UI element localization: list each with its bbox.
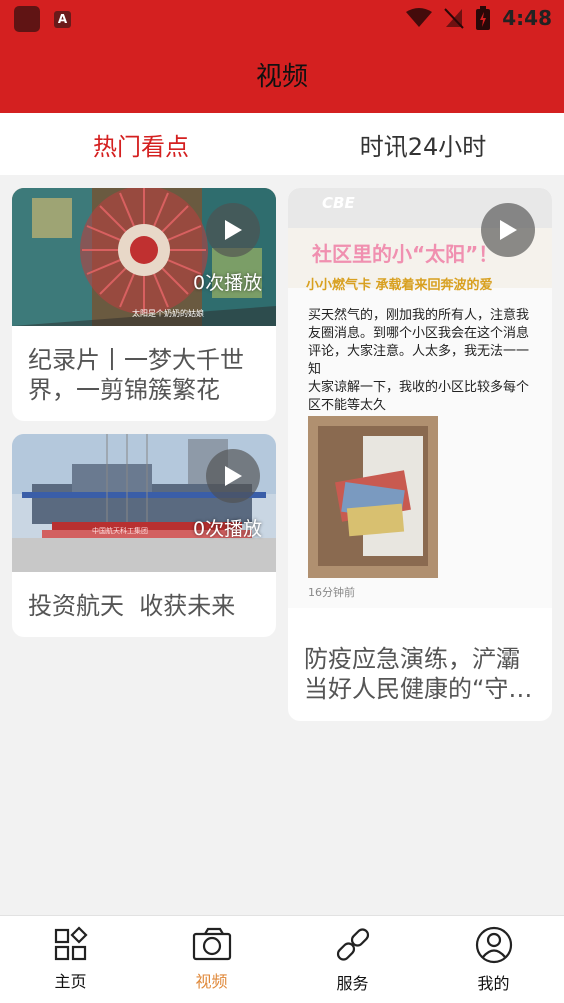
home-grid-icon [54,926,88,961]
thumbnail-caption: 太阳是个奶奶的姑娘 [132,308,204,318]
nav-label: 视频 [195,972,228,991]
poster-text-line: 区不能等太久 [308,398,387,413]
tab-bar: 热门看点 时讯24小时 [0,113,564,175]
play-icon [225,220,242,240]
nav-label: 主页 [54,972,87,991]
nav-home[interactable]: 主页 [0,916,141,1003]
nav-label: 服务 [336,974,369,993]
play-button[interactable] [206,449,260,503]
video-title: 纪录片丨一梦大千世界，一剪锦簇繁花 [28,346,244,404]
nav-profile[interactable]: 我的 [423,916,564,1003]
thumbnail-sign-text: 中国航天科工集团 [92,526,148,535]
poster-text-line: 友圈消息。到哪个小区我会在这个消息 [308,326,530,341]
poster-photo [308,416,438,578]
bottom-navigation: 主页 视频 服务 我的 [0,915,564,1003]
video-card[interactable]: 太阳是个奶奶的姑娘 0次播放 纪录片丨一梦大千世界，一剪锦簇繁花 [12,188,276,421]
status-bar: A 4:48 [0,0,564,40]
video-card[interactable]: 中国航天科工集团 0次播放 投资航天 收获未来 [12,434,276,637]
play-icon [500,220,517,240]
tab-news-24h[interactable]: 时讯24小时 [282,113,564,175]
user-icon [475,926,512,964]
video-thumbnail[interactable]: 太阳是个奶奶的姑娘 0次播放 [12,188,276,326]
link-icon [336,928,369,961]
poster-text-line: 大家谅解一下，我收的小区比较多每个 [308,380,530,395]
clock: 4:48 [502,6,552,30]
video-card[interactable]: CBE 社区里的小“太阳”！ 小小燃气卡 承载着来回奔波的爱 买天然气的，刚加我… [288,188,552,721]
app-bar: A 4:48 视频 [0,0,564,113]
wifi-icon [406,8,433,27]
play-icon [225,466,242,486]
play-button[interactable] [206,203,260,257]
video-title: 投资航天 收获未来 [28,592,236,620]
camera-icon [192,927,231,961]
page-title: 视频 [255,62,308,92]
poster-subtitle: 小小燃气卡 承载着来回奔波的爱 [306,278,493,293]
play-button[interactable] [481,203,535,257]
nav-video[interactable]: 视频 [141,916,282,1003]
video-thumbnail[interactable]: 中国航天科工集团 0次播放 [12,434,276,572]
nav-label: 我的 [477,974,510,993]
poster-headline: 社区里的小“太阳”！ [312,242,499,266]
video-title: 防疫应急演练，浐灞当好人民健康的“守… [304,645,533,703]
video-thumbnail[interactable]: CBE 社区里的小“太阳”！ 小小燃气卡 承载着来回奔波的爱 买天然气的，刚加我… [288,188,552,608]
nav-service[interactable]: 服务 [282,916,423,1003]
notification-icon [14,6,40,32]
poster-text-line: 知 [308,362,322,377]
play-count: 0次播放 [193,518,263,540]
poster-text-line: 买天然气的，刚加我的所有人，注意我 [308,308,530,323]
cbe-logo: CBE [322,194,355,212]
tab-hot[interactable]: 热门看点 [0,113,282,175]
poster-timestamp: 16分钟前 [308,586,355,599]
play-count: 0次播放 [193,272,263,294]
poster-text-line: 评论，大家注意。人太多，我无法一一 [308,344,530,359]
app-badge-icon: A [54,10,71,28]
battery-icon [476,6,491,30]
no-signal-icon [444,8,464,29]
